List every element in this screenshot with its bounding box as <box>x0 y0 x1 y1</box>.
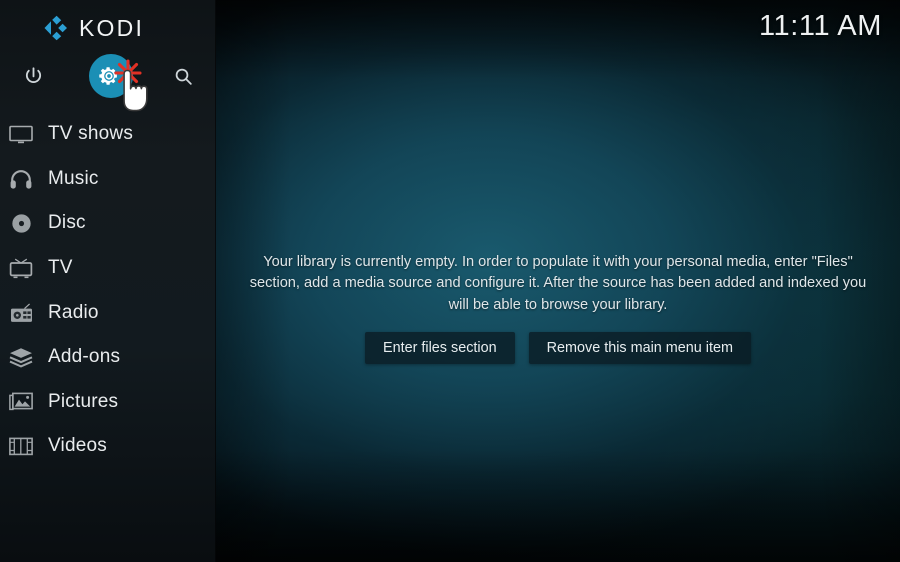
sidebar-item-videos[interactable]: Videos <box>0 424 216 469</box>
search-icon <box>175 68 192 85</box>
sidebar-item-label: Music <box>48 167 99 189</box>
sidebar-item-music[interactable]: Music <box>0 157 216 202</box>
sidebar: KODI TV shows Music Disc TV Radio Add-on… <box>0 0 216 562</box>
hand-cursor-icon <box>123 69 148 112</box>
disc-icon <box>8 212 34 234</box>
sidebar-item-label: Radio <box>48 301 99 323</box>
top-icon-bar <box>0 54 216 98</box>
main-menu: TV shows Music Disc TV Radio Add-ons Pic… <box>0 112 216 469</box>
kodi-logo-icon <box>44 15 67 41</box>
power-button[interactable] <box>13 56 53 96</box>
film-strip-icon <box>8 435 34 457</box>
package-box-icon <box>8 346 34 368</box>
headphones-icon <box>8 168 34 190</box>
tv-monitor-icon <box>8 123 34 145</box>
sidebar-item-pictures[interactable]: Pictures <box>0 380 216 425</box>
power-icon <box>25 66 41 83</box>
sidebar-item-add-ons[interactable]: Add-ons <box>0 335 216 380</box>
remove-main-menu-item-button[interactable]: Remove this main menu item <box>528 332 751 365</box>
main-content: Your library is currently empty. In orde… <box>216 0 900 562</box>
sidebar-item-label: Disc <box>48 212 86 234</box>
sidebar-item-label: Pictures <box>48 390 119 412</box>
sidebar-item-label: Add-ons <box>48 346 121 368</box>
sidebar-item-label: TV shows <box>48 123 134 145</box>
sidebar-item-tv[interactable]: TV <box>0 246 216 291</box>
action-button-row: Enter files section Remove this main men… <box>365 332 751 365</box>
sidebar-item-label: Videos <box>48 435 107 457</box>
sidebar-item-label: TV <box>48 257 73 279</box>
kodi-home-screen: KODI TV shows Music Disc TV Radio Add-on… <box>0 0 900 562</box>
enter-files-section-button[interactable]: Enter files section <box>365 332 515 365</box>
sidebar-item-radio[interactable]: Radio <box>0 290 216 335</box>
brand-name: KODI <box>79 14 145 41</box>
crt-tv-icon <box>8 257 34 279</box>
radio-icon <box>8 302 34 324</box>
brand-logo: KODI <box>0 0 216 56</box>
sidebar-item-tv-shows[interactable]: TV shows <box>0 112 216 157</box>
empty-library-message: Your library is currently empty. In orde… <box>249 254 867 313</box>
sidebar-item-disc[interactable]: Disc <box>0 201 216 246</box>
picture-frame-icon <box>8 391 34 413</box>
search-button[interactable] <box>163 56 203 96</box>
clock: 11:11 AM <box>758 10 882 42</box>
